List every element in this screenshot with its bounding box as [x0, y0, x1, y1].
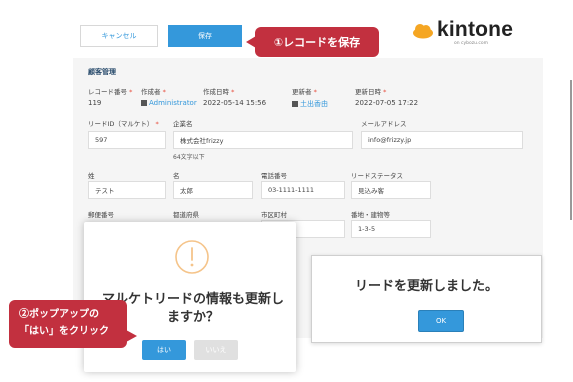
- kintone-cloud-icon: [413, 24, 433, 39]
- updated-by-label: 更新者 *: [292, 88, 317, 96]
- lead-id-input[interactable]: 597: [88, 131, 166, 149]
- postal-label: 郵便番号: [88, 211, 114, 219]
- created-by-label: 作成者 *: [141, 88, 166, 96]
- company-label: 企業名: [173, 120, 193, 128]
- record-no-label: レコード番号 *: [88, 88, 133, 96]
- phone-input[interactable]: 03-1111-1111: [261, 181, 345, 199]
- annotation-line-1: ②ポップアップの: [19, 309, 99, 320]
- user-icon: [292, 101, 298, 107]
- phone-label: 電話番号: [261, 172, 287, 180]
- result-dialog: リードを更新しました。 OK: [311, 255, 542, 343]
- first-name-label: 名: [173, 172, 180, 180]
- toolbar: キャンセル 保存 ①レコードを保存 kintone on cybozu.com: [0, 0, 573, 60]
- logo-text: kintone: [437, 18, 514, 41]
- company-input[interactable]: 株式会社frizzy: [173, 131, 353, 149]
- user-icon: [141, 100, 147, 106]
- cancel-button[interactable]: キャンセル: [80, 25, 158, 47]
- last-name-input[interactable]: テスト: [88, 181, 166, 199]
- prefecture-label: 都道府県: [173, 211, 199, 219]
- updated-at-value: 2022-07-05 17:22: [355, 99, 419, 107]
- save-button[interactable]: 保存: [168, 25, 242, 47]
- updated-at-label: 更新日時 *: [355, 88, 387, 96]
- last-name-label: 姓: [88, 172, 95, 180]
- email-input[interactable]: info@frizzy.jp: [361, 131, 523, 149]
- confirm-message: マルケトリードの情報も更新しますか？: [101, 291, 284, 324]
- confirm-dialog: マルケトリードの情報も更新しますか？ はい いいえ: [84, 222, 296, 372]
- updated-by-value[interactable]: 土出香由: [292, 99, 328, 109]
- created-by-value[interactable]: Administrator: [141, 99, 197, 107]
- ok-button[interactable]: OK: [418, 310, 464, 332]
- lead-id-label: リードID（マルケト） *: [88, 120, 159, 128]
- email-label: メールアドレス: [361, 120, 407, 128]
- created-at-label: 作成日時 *: [203, 88, 235, 96]
- company-hint: 64文字以下: [173, 154, 205, 161]
- annotation-line-2: 「はい」をクリック: [19, 326, 109, 337]
- scrollbar[interactable]: [570, 80, 572, 220]
- no-button[interactable]: いいえ: [194, 340, 238, 360]
- section-title: 顧客管理: [88, 68, 116, 76]
- lead-status-label: リードステータス: [351, 172, 403, 180]
- street-input[interactable]: 1-3-5: [351, 220, 431, 238]
- street-label: 番地・建物等: [351, 211, 390, 219]
- city-label: 市区町村: [261, 211, 287, 219]
- logo-subtext: on cybozu.com: [454, 41, 489, 46]
- yes-button[interactable]: はい: [142, 340, 186, 360]
- annotation-click-yes: ②ポップアップの 「はい」をクリック: [9, 300, 137, 348]
- kintone-logo: kintone on cybozu.com: [410, 18, 520, 56]
- warning-circle-icon: [175, 240, 209, 274]
- annotation-save-record: ①レコードを保存: [246, 27, 379, 57]
- result-message: リードを更新しました。: [354, 278, 498, 293]
- record-no-value: 119: [88, 99, 102, 107]
- created-at-value: 2022-05-14 15:56: [203, 99, 267, 107]
- first-name-input[interactable]: 太郎: [173, 181, 253, 199]
- lead-status-input[interactable]: 見込み客: [351, 181, 431, 199]
